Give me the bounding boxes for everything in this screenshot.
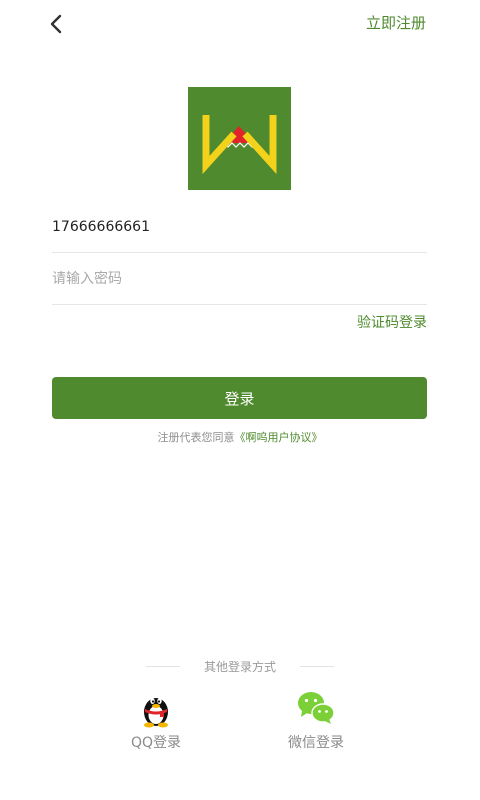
agreement-text: 注册代表您同意《啊呜用户协议》 <box>0 429 480 445</box>
divider-line-left <box>145 665 180 667</box>
qq-penguin-icon <box>144 698 168 728</box>
wechat-login-button[interactable]: 微信登录 <box>261 688 371 758</box>
divider-line-right <box>300 665 334 667</box>
password-input[interactable] <box>52 254 427 304</box>
app-logo <box>188 87 291 190</box>
back-arrow-icon <box>50 14 62 34</box>
back-button[interactable] <box>42 10 70 38</box>
register-now-link[interactable]: 立即注册 <box>366 12 426 33</box>
user-agreement-link[interactable]: 《啊呜用户协议》 <box>235 431 323 444</box>
login-button[interactable]: 登录 <box>52 377 427 419</box>
login-button-label: 登录 <box>224 389 255 408</box>
qq-login-label: QQ登录 <box>130 735 182 751</box>
phone-input[interactable] <box>52 202 427 252</box>
top-bar: 立即注册 <box>0 0 480 48</box>
phone-field[interactable] <box>52 202 427 253</box>
sms-code-login-link[interactable]: 验证码登录 <box>357 312 427 332</box>
agreement-prefix: 注册代表您同意 <box>157 431 235 444</box>
wechat-icon <box>298 692 335 724</box>
password-field[interactable] <box>52 254 427 305</box>
qq-login-button[interactable]: QQ登录 <box>101 688 211 758</box>
wechat-login-label: 微信登录 <box>288 735 344 751</box>
other-login-divider: 其他登录方式 <box>0 656 480 676</box>
other-login-title: 其他登录方式 <box>203 659 276 674</box>
